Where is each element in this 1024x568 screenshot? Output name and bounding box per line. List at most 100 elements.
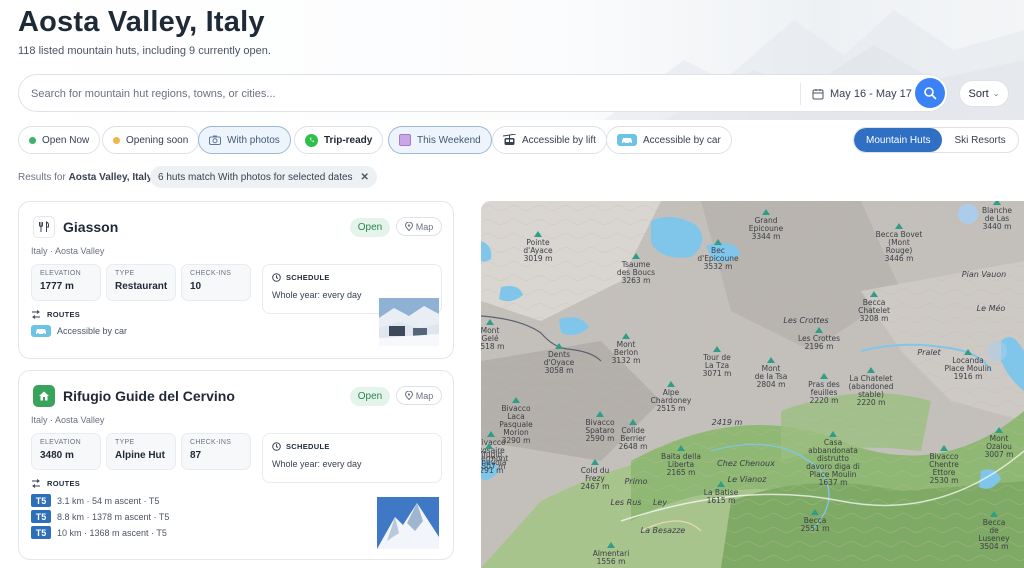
schedule-panel: SCHEDULE Whole year: every day [262,433,442,483]
filter-accessible-by-lift[interactable]: Accessible by lift [492,126,607,154]
close-icon[interactable]: ✕ [361,172,369,183]
hut-name: Rifugio Guide del Cervino [63,388,235,404]
car-icon [617,134,637,146]
tab-mountain-huts[interactable]: Mountain Huts [854,128,943,152]
map-label: Pras des feuilles 2220 m [808,380,840,405]
stat-value: Restaurant [115,281,168,292]
results-region: Aosta Valley, Italy [68,172,153,183]
map-label: Chez Chenoux [717,459,775,468]
map-label: Les Crottes [783,316,828,325]
routes-header: ROUTES [31,310,80,319]
stat-value: 1777 m [40,281,74,292]
calendar-icon [812,89,824,100]
route-item: Accessible by car [31,325,127,337]
tab-ski-resorts[interactable]: Ski Resorts [942,128,1017,152]
hut-card[interactable]: Giasson Open Map Italy · Aosta Valley EL… [18,201,454,359]
stat-label: ELEVATION [40,270,81,277]
map-button[interactable]: Map [396,217,442,236]
search-divider [800,83,801,105]
map-button-label: Map [415,221,434,232]
search-icon [924,87,937,100]
map-label: Pointe d'Ayace 3019 m [523,238,553,263]
filter-label: This Weekend [417,134,481,146]
hut-icon [33,385,55,407]
filter-label: Trip-ready [324,134,373,146]
route-item: T5 8.8 km · 1378 m ascent · T5 [31,510,169,523]
elevation-stat: ELEVATION 3480 m [31,433,101,470]
sort-label: Sort [968,87,989,100]
map-label: Tour de La Tza 3071 m [702,353,731,378]
difficulty-badge: T5 [31,494,51,507]
stat-value: Alpine Hut [115,450,165,461]
clock-icon [272,442,281,451]
chevron-down-icon: ⌄ [992,89,1000,98]
status-badge: Open [350,218,390,237]
map-pin-icon [404,222,413,231]
filter-label: With photos [227,134,280,146]
hut-photo[interactable] [379,298,439,346]
camera-icon [209,135,221,145]
hut-location: Italy · Aosta Valley [31,246,105,256]
filter-opening-soon[interactable]: Opening soon [102,126,200,154]
map-label: Pian Vauon [962,270,1006,279]
stat-value: 3480 m [40,450,74,461]
map-label: Almentari 1556 m [593,549,630,566]
hut-photo[interactable] [377,497,439,549]
whatsapp-icon [305,133,318,147]
hut-card[interactable]: Rifugio Guide del Cervino Open Map Italy… [18,370,454,560]
difficulty-badge: T5 [31,510,51,523]
map-label: La Besazze [641,526,686,535]
elevation-stat: ELEVATION 1777 m [31,264,101,301]
map-label: Bivacco Spataro 2590 m [585,418,615,443]
filter-label: Open Now [42,134,90,146]
routes-label: ROUTES [47,310,81,319]
results-summary: Results for Aosta Valley, Italy [18,172,152,183]
checkins-stat: CHECK-INS 10 [181,264,251,301]
map-label: Becca 2551 m [801,516,830,533]
route-text: Accessible by car [57,326,128,336]
map-button-label: Map [415,390,434,401]
filter-trip-ready[interactable]: Trip-ready [294,126,384,154]
route-text: 8.8 km · 1378 m ascent · T5 [57,511,170,522]
type-stat: TYPE Restaurant [106,264,176,301]
filter-open-now[interactable]: Open Now [18,126,101,154]
filter-this-weekend[interactable]: This Weekend [388,126,492,154]
stat-label: ELEVATION [40,439,81,446]
map-label: Tsaume des Boucs 3263 m [617,260,655,285]
hut-name: Giasson [63,219,119,235]
view-toggle: Mountain Huts Ski Resorts [853,127,1019,153]
clock-icon [272,273,281,282]
calendar-icon [399,134,411,146]
stat-label: TYPE [115,439,135,446]
stat-value: 10 [190,281,202,292]
difficulty-badge: T5 [31,526,51,539]
search-input[interactable] [31,84,771,104]
map-label: La Batise 1615 m [704,488,739,505]
route-icon [32,479,40,488]
filter-with-photos[interactable]: With photos [198,126,291,154]
page-subtitle: 118 listed mountain huts, including 9 cu… [18,45,271,57]
match-text: 6 huts match With photos for selected da… [158,171,353,183]
sort-button[interactable]: Sort ⌄ [959,80,1009,107]
results-prefix: Results for [18,172,66,183]
map-canvas[interactable]: Pointe d'Ayace 3019 mGrand Epicoune 3344 mBe… [481,201,1024,568]
restaurant-icon [33,216,55,238]
topo-map[interactable]: Pointe d'Ayace 3019 m Grand Epicoune 3344 m Be… [481,201,1024,568]
filter-accessible-by-car[interactable]: Accessible by car [606,126,732,154]
schedule-text: Whole year: every day [272,290,362,300]
stat-label: CHECK-INS [190,270,232,277]
search-button[interactable] [915,78,945,108]
route-text: 10 km · 1368 m ascent · T5 [57,527,167,538]
map-label: Becca Chatelet 3208 m [858,298,890,323]
map-button[interactable]: Map [396,386,442,405]
filter-label: Accessible by car [643,134,721,146]
map-label: Le Méo [977,303,1006,313]
schedule-header: SCHEDULE [272,442,330,451]
routes-header: ROUTES [31,479,80,488]
route-item: T5 10 km · 1368 m ascent · T5 [31,526,167,539]
map-label: Primo [624,477,647,486]
status-badge: Open [350,387,390,406]
date-range-button[interactable]: May 16 - May 17 [812,83,912,105]
hut-location: Italy · Aosta Valley [31,415,105,425]
cable-car-icon [503,134,516,145]
